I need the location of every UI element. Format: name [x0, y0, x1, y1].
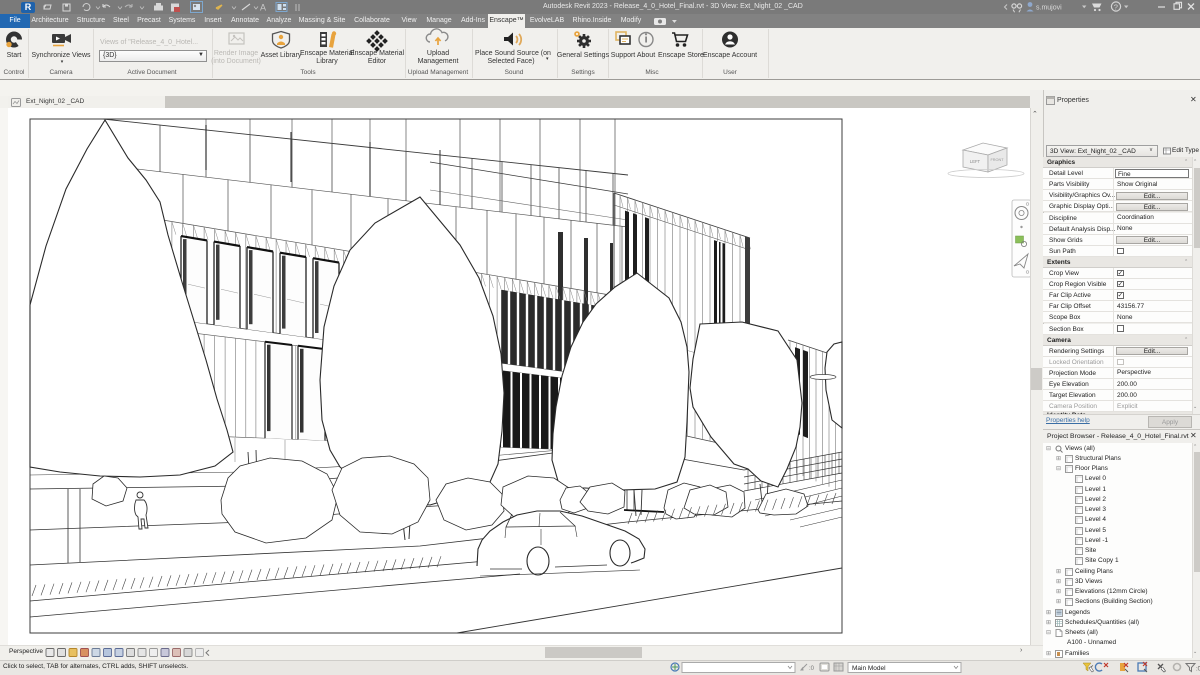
svg-text:LEFT: LEFT	[970, 159, 981, 164]
svg-text::0: :0	[1196, 667, 1200, 673]
svg-text:Main Model: Main Model	[852, 665, 886, 672]
svg-text:A: A	[260, 3, 266, 13]
svg-text:FRONT: FRONT	[990, 158, 1004, 162]
svg-text:?: ?	[1114, 3, 1118, 12]
svg-text:s.mujovi: s.mujovi	[1036, 5, 1062, 12]
svg-text::0: :0	[809, 666, 815, 672]
